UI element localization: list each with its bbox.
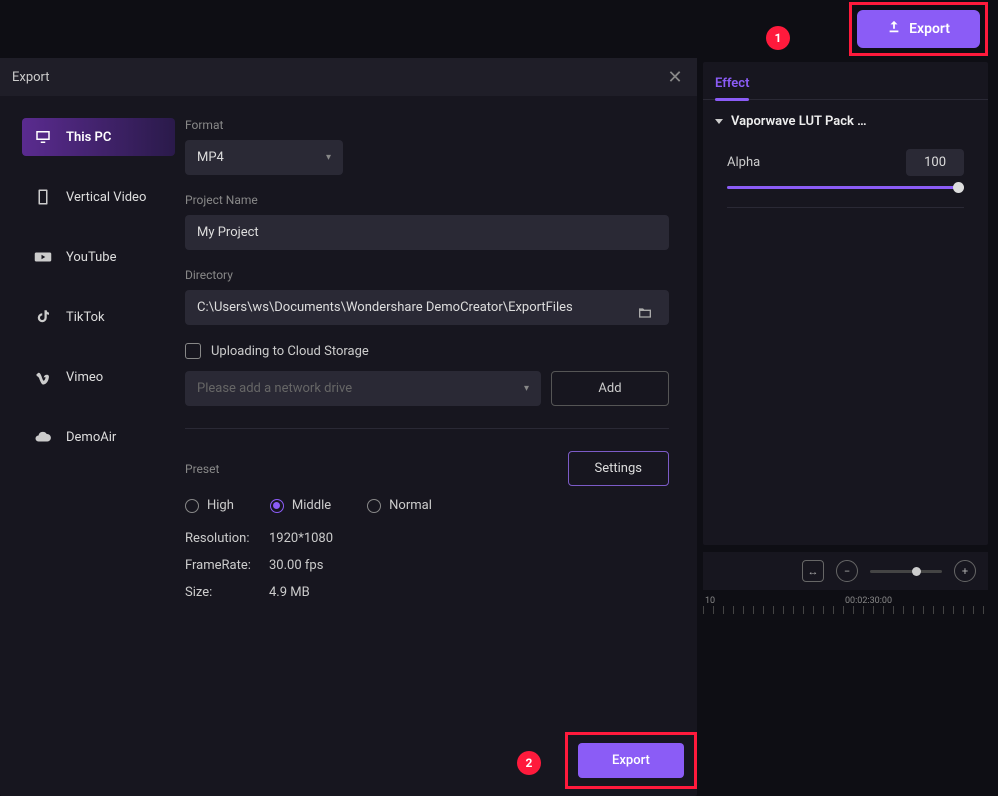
preset-normal-radio[interactable]: Normal — [367, 498, 432, 513]
sidebar-item-this-pc[interactable]: This PC — [22, 118, 175, 156]
sidebar-item-label: Vertical Video — [66, 190, 146, 205]
preset-label: Preset — [185, 462, 219, 476]
divider — [185, 428, 669, 429]
export-sidebar: This PC Vertical Video YouTube TikTok Vi… — [0, 96, 175, 796]
sidebar-item-label: YouTube — [66, 250, 117, 265]
sidebar-item-label: This PC — [66, 130, 111, 145]
effect-title: Vaporwave LUT Pack … — [731, 114, 867, 129]
upload-icon — [887, 20, 901, 38]
top-export-button[interactable]: Export — [857, 10, 980, 48]
preset-middle-label: Middle — [292, 498, 331, 513]
bottom-export-button[interactable]: Export — [578, 743, 684, 778]
cloud-upload-label: Uploading to Cloud Storage — [211, 344, 369, 359]
directory-label: Directory — [185, 268, 669, 282]
project-name-input[interactable] — [185, 215, 669, 250]
divider — [727, 207, 964, 208]
directory-input[interactable] — [185, 290, 669, 325]
preset-normal-label: Normal — [389, 498, 432, 513]
effect-title-toggle[interactable]: Vaporwave LUT Pack … — [703, 100, 988, 143]
zoom-in-icon[interactable]: + — [954, 560, 976, 582]
zoom-out-icon[interactable]: − — [836, 560, 858, 582]
vimeo-icon — [34, 368, 52, 386]
framerate-key: FrameRate: — [185, 558, 269, 573]
sidebar-item-label: TikTok — [66, 310, 105, 325]
step-badge-2: 2 — [517, 751, 541, 775]
bottom-export-highlight: Export — [565, 732, 697, 789]
radio-icon — [270, 499, 284, 513]
alpha-slider[interactable] — [727, 186, 964, 189]
radio-icon — [185, 499, 199, 513]
fit-icon[interactable]: ↔ — [802, 560, 824, 582]
radio-icon — [367, 499, 381, 513]
export-form: Format MP4 ▾ Project Name Directory U — [175, 96, 697, 796]
alpha-label: Alpha — [727, 155, 760, 170]
cloud-icon — [34, 428, 52, 446]
effect-panel: Effect Vaporwave LUT Pack … Alpha 100 — [703, 62, 988, 545]
chevron-down-icon: ▾ — [524, 383, 529, 394]
step-badge-1: 1 — [766, 26, 790, 50]
close-icon[interactable]: ✕ — [665, 67, 685, 87]
ruler-mark: 00:02:30:00 — [845, 596, 892, 606]
tiktok-icon — [34, 308, 52, 326]
timeline-controls: ↔ − + — [703, 552, 988, 590]
add-drive-button[interactable]: Add — [551, 371, 669, 406]
alpha-value[interactable]: 100 — [906, 149, 964, 176]
size-key: Size: — [185, 585, 269, 600]
framerate-value: 30.00 fps — [269, 558, 323, 573]
chevron-down-icon: ▾ — [326, 152, 331, 163]
format-value: MP4 — [197, 150, 224, 165]
caret-down-icon — [715, 119, 723, 124]
effect-tab[interactable]: Effect — [703, 62, 761, 99]
export-dialog: Export ✕ This PC Vertical Video YouTube … — [0, 58, 697, 796]
top-export-highlight: Export — [849, 2, 988, 56]
youtube-icon — [34, 248, 52, 266]
format-select[interactable]: MP4 ▾ — [185, 140, 343, 175]
topbar: Export — [0, 0, 998, 58]
sidebar-item-tiktok[interactable]: TikTok — [22, 298, 175, 336]
cloud-drive-placeholder: Please add a network drive — [197, 381, 352, 396]
sidebar-item-demoair[interactable]: DemoAir — [22, 418, 175, 456]
slider-thumb-icon — [953, 182, 964, 193]
sidebar-item-youtube[interactable]: YouTube — [22, 238, 175, 276]
ruler-ticks — [703, 606, 988, 614]
resolution-key: Resolution: — [185, 531, 269, 546]
resolution-value: 1920*1080 — [269, 531, 333, 546]
dialog-header: Export ✕ — [0, 58, 697, 96]
slider-thumb-icon — [912, 567, 921, 576]
sidebar-item-vertical-video[interactable]: Vertical Video — [22, 178, 175, 216]
zoom-slider[interactable] — [870, 570, 942, 573]
preset-middle-radio[interactable]: Middle — [270, 498, 331, 513]
cloud-upload-checkbox[interactable] — [185, 343, 201, 359]
sidebar-item-label: DemoAir — [66, 430, 116, 445]
ruler-mark: 10 — [705, 596, 715, 606]
settings-button[interactable]: Settings — [568, 451, 669, 486]
dialog-body: This PC Vertical Video YouTube TikTok Vi… — [0, 96, 697, 796]
timeline-ruler[interactable]: 10 00:02:30:00 — [703, 592, 988, 616]
sidebar-item-label: Vimeo — [66, 370, 103, 385]
project-name-label: Project Name — [185, 193, 669, 207]
dialog-title: Export — [12, 70, 50, 85]
cloud-drive-select[interactable]: Please add a network drive ▾ — [185, 371, 541, 406]
size-value: 4.9 MB — [269, 585, 310, 600]
preset-high-label: High — [207, 498, 234, 513]
format-label: Format — [185, 118, 669, 132]
top-export-label: Export — [909, 21, 950, 37]
preset-high-radio[interactable]: High — [185, 498, 234, 513]
folder-icon[interactable] — [629, 294, 661, 332]
phone-icon — [34, 188, 52, 206]
sidebar-item-vimeo[interactable]: Vimeo — [22, 358, 175, 396]
monitor-icon — [34, 128, 52, 146]
